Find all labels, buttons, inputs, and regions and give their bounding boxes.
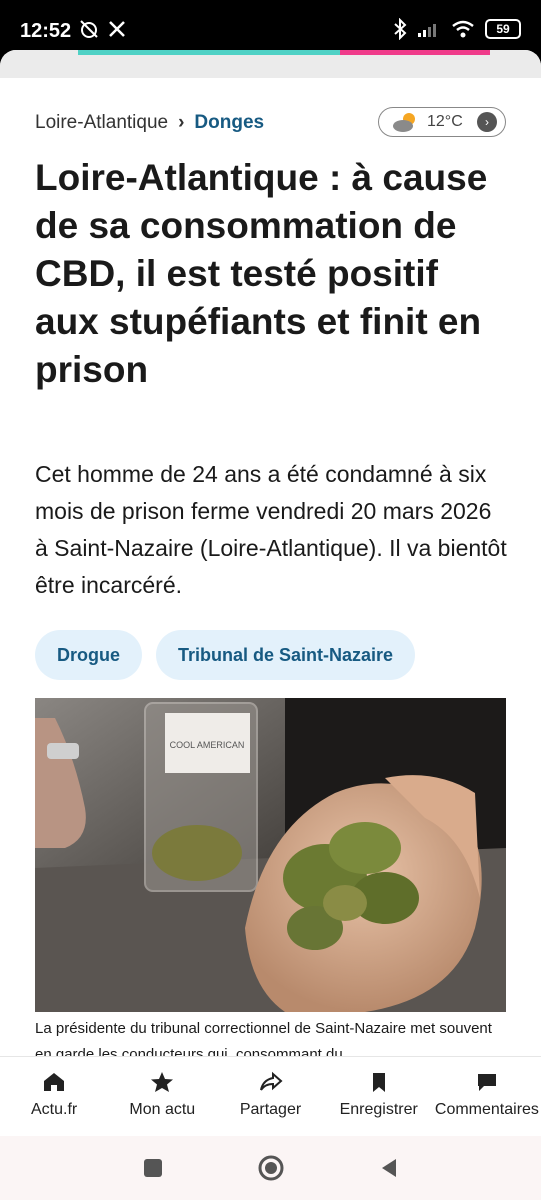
- home-icon: [44, 1073, 65, 1091]
- article-photo[interactable]: COOL AMERICAN: [35, 698, 506, 1012]
- nav-enregistrer-label: Enregistrer: [339, 1101, 418, 1118]
- comment-icon: [477, 1074, 496, 1091]
- cannabis-hand-image: COOL AMERICAN: [35, 698, 506, 1012]
- system-navigation-bar: [0, 1136, 541, 1200]
- weather-widget[interactable]: 12°C ›: [378, 107, 506, 137]
- article-page: Loire-Atlantique › Donges 12°C › Loire-A…: [0, 50, 541, 1135]
- tag-list: Drogue Tribunal de Saint-Nazaire: [35, 630, 416, 680]
- nav-mon-actu-label: Mon actu: [129, 1101, 196, 1118]
- breadcrumb-city[interactable]: Donges: [194, 112, 264, 134]
- star-icon: [151, 1072, 174, 1092]
- nav-mon-actu[interactable]: Mon actu: [108, 1057, 216, 1136]
- ad-banner-strip[interactable]: [0, 50, 541, 78]
- nav-enregistrer[interactable]: Enregistrer: [325, 1057, 433, 1136]
- back-icon[interactable]: [378, 1157, 400, 1179]
- article-headline: Loire-Atlantique : à cause de sa consomm…: [35, 157, 488, 390]
- status-bar: 12:52 59: [0, 0, 541, 50]
- bluetooth-icon: [394, 18, 407, 40]
- sun-cloud-icon: [393, 113, 415, 132]
- recent-apps-icon[interactable]: [142, 1157, 164, 1179]
- breadcrumb-separator: ›: [178, 112, 185, 133]
- home-button-icon[interactable]: [257, 1154, 285, 1182]
- breadcrumb: Loire-Atlantique › Donges: [35, 112, 264, 134]
- jar-label: COOL AMERICAN: [170, 740, 245, 750]
- weather-temperature: 12°C: [427, 113, 463, 130]
- photo-caption: La présidente du tribunal correctionnel …: [35, 1020, 492, 1058]
- nav-commentaires-label: Commentaires: [434, 1101, 539, 1118]
- bottom-navigation: Actu.fr Mon actu Partager Enregistrer Co…: [0, 1056, 541, 1136]
- status-time: 12:52: [20, 20, 72, 42]
- tag-tribunal-saint-nazaire[interactable]: Tribunal de Saint-Nazaire: [156, 630, 416, 680]
- nav-actu[interactable]: Actu.fr: [0, 1057, 108, 1136]
- alarm-off-icon: [80, 20, 98, 38]
- chevron-right-icon: ›: [477, 112, 497, 132]
- tag-drogue[interactable]: Drogue: [35, 630, 142, 680]
- nav-commentaires[interactable]: Commentaires: [433, 1057, 541, 1136]
- x-logo-icon: [109, 21, 125, 37]
- breadcrumb-region[interactable]: Loire-Atlantique: [35, 112, 168, 134]
- signal-icon: [418, 24, 436, 37]
- article-lead: Cet homme de 24 ans a été condamné à six…: [35, 461, 507, 598]
- nav-partager-label: Partager: [239, 1101, 302, 1118]
- share-icon: [259, 1071, 283, 1091]
- nav-actu-label: Actu.fr: [30, 1101, 78, 1118]
- nav-partager[interactable]: Partager: [216, 1057, 324, 1136]
- wifi-icon: [452, 20, 474, 38]
- bookmark-icon: [372, 1073, 385, 1092]
- battery-indicator: 59: [485, 19, 521, 39]
